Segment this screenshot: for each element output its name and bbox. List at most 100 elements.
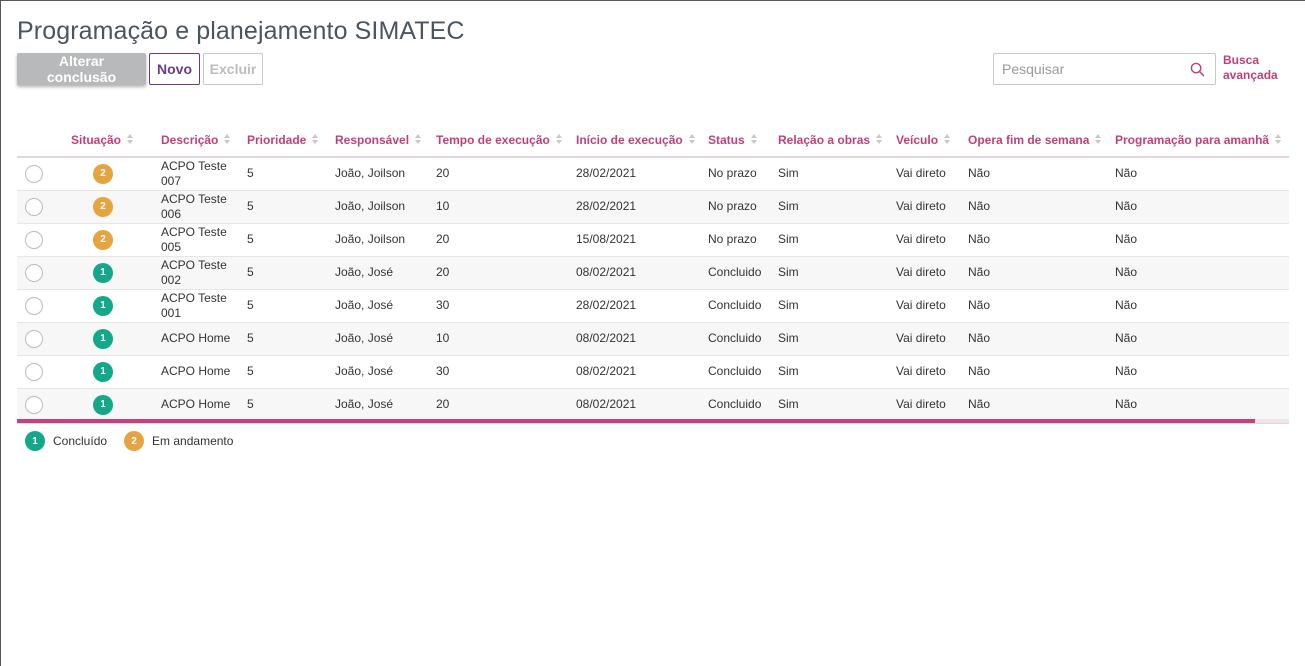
horizontal-scrollbar[interactable] bbox=[17, 419, 1289, 424]
table-row[interactable]: 2 ACPO Teste 005 5 João, Joilson 20 15/08/2021… bbox=[17, 223, 1289, 257]
table-row[interactable]: 2 ACPO Teste 006 5 João, Joilson 10 28/02/2021… bbox=[17, 190, 1289, 224]
inicio-cell: 28/02/2021 bbox=[576, 157, 708, 191]
column-header-situacao[interactable]: Situação bbox=[71, 125, 161, 158]
column-header-label: Programação para amanhã bbox=[1115, 133, 1270, 148]
search-box bbox=[993, 53, 1216, 85]
inicio-cell: 08/02/2021 bbox=[576, 388, 708, 422]
radio-icon[interactable] bbox=[25, 230, 43, 249]
radio-icon[interactable] bbox=[25, 263, 43, 282]
sort-icon[interactable] bbox=[944, 133, 951, 147]
fim-semana-cell: Não bbox=[968, 157, 1115, 191]
select-cell bbox=[17, 355, 71, 389]
situacao-cell: 1 bbox=[71, 388, 161, 422]
descricao-line2: 001 bbox=[161, 305, 182, 320]
delete-button[interactable]: Excluir bbox=[203, 53, 263, 85]
select-cell bbox=[17, 289, 71, 323]
sort-icon[interactable] bbox=[224, 133, 231, 147]
status-cell: Concluido bbox=[708, 355, 778, 389]
descricao-line1: ACPO Teste bbox=[161, 257, 227, 272]
amanha-cell: Não bbox=[1115, 388, 1289, 422]
column-header-obras[interactable]: Relação a obras bbox=[778, 125, 896, 158]
scrollbar-thumb[interactable] bbox=[17, 419, 1255, 423]
amanha-cell: Não bbox=[1115, 256, 1289, 290]
radio-icon[interactable] bbox=[25, 296, 43, 315]
table-row[interactable]: 2 ACPO Teste 007 5 João, Joilson 20 28/02/2021… bbox=[17, 157, 1289, 191]
radio-icon[interactable] bbox=[25, 362, 43, 381]
status-badge: 1 bbox=[93, 295, 113, 316]
sort-icon[interactable] bbox=[688, 133, 695, 147]
column-header-label: Situação bbox=[71, 133, 122, 148]
column-header-status[interactable]: Status bbox=[708, 125, 778, 158]
descricao-cell: ACPO Teste 001 bbox=[161, 289, 247, 323]
descricao-line1: ACPO Teste bbox=[161, 158, 227, 173]
tempo-cell: 10 bbox=[436, 322, 576, 356]
search-input[interactable] bbox=[994, 61, 1184, 77]
table-row[interactable]: 1 ACPO Home 5 João, José 30 08/02/2021 Conclui… bbox=[17, 355, 1289, 389]
table-body: 2 ACPO Teste 007 5 João, Joilson 20 28/02/2021… bbox=[17, 157, 1289, 422]
table-row[interactable]: 1 ACPO Teste 002 5 João, José 20 08/02/2021 Con… bbox=[17, 256, 1289, 290]
search-icon[interactable] bbox=[1190, 62, 1205, 77]
advanced-search-line2: avançada bbox=[1223, 68, 1278, 82]
veiculo-cell: Vai direto bbox=[896, 355, 968, 389]
descricao-line2: 002 bbox=[161, 272, 182, 287]
fim-semana-cell: Não bbox=[968, 355, 1115, 389]
fim-semana-cell: Não bbox=[968, 289, 1115, 323]
obras-cell: Sim bbox=[778, 289, 896, 323]
sort-icon[interactable] bbox=[1275, 133, 1282, 147]
legend-badge: 1 bbox=[25, 431, 45, 451]
sort-icon[interactable] bbox=[555, 133, 562, 147]
change-completion-button[interactable]: Alterar conclusão bbox=[17, 53, 146, 85]
radio-icon[interactable] bbox=[25, 395, 43, 414]
descricao-cell: ACPO Teste 002 bbox=[161, 256, 247, 290]
status-cell: Concluido bbox=[708, 388, 778, 422]
legend: 1 Concluído 2 Em andamento bbox=[25, 431, 250, 451]
column-header-label: Início de execução bbox=[576, 133, 683, 148]
descricao-cell: ACPO Home bbox=[161, 355, 247, 389]
descricao-cell: ACPO Home bbox=[161, 322, 247, 356]
sort-icon[interactable] bbox=[876, 133, 883, 147]
column-header-amanha[interactable]: Programação para amanhã bbox=[1115, 125, 1289, 158]
sort-icon[interactable] bbox=[750, 133, 757, 147]
column-header-inicio[interactable]: Início de execução bbox=[576, 125, 708, 158]
advanced-search-link[interactable]: Busca avançada bbox=[1223, 53, 1278, 83]
amanha-cell: Não bbox=[1115, 157, 1289, 191]
column-header-prioridade[interactable]: Prioridade bbox=[247, 125, 335, 158]
column-header-responsavel[interactable]: Responsável bbox=[335, 125, 436, 158]
status-cell: Concluido bbox=[708, 289, 778, 323]
descricao-line1: ACPO Home bbox=[161, 397, 231, 411]
inicio-cell: 08/02/2021 bbox=[576, 322, 708, 356]
radio-icon[interactable] bbox=[25, 329, 43, 348]
tempo-cell: 20 bbox=[436, 388, 576, 422]
column-header-tempo[interactable]: Tempo de execução bbox=[436, 125, 576, 158]
sort-icon[interactable] bbox=[312, 133, 319, 147]
legend-label: Concluído bbox=[53, 434, 108, 448]
inicio-cell: 15/08/2021 bbox=[576, 223, 708, 257]
table-row[interactable]: 1 ACPO Home 5 João, José 20 08/02/2021 Conclui… bbox=[17, 388, 1289, 422]
prioridade-cell: 5 bbox=[247, 388, 335, 422]
prioridade-cell: 5 bbox=[247, 157, 335, 191]
column-header-label: Descrição bbox=[161, 133, 219, 148]
sort-icon[interactable] bbox=[415, 133, 422, 147]
situacao-cell: 2 bbox=[71, 157, 161, 191]
descricao-cell: ACPO Home bbox=[161, 388, 247, 422]
sort-icon[interactable] bbox=[1095, 133, 1102, 147]
sort-icon[interactable] bbox=[127, 133, 134, 147]
radio-icon[interactable] bbox=[25, 164, 43, 183]
veiculo-cell: Vai direto bbox=[896, 190, 968, 224]
table-row[interactable]: 1 ACPO Home 5 João, José 10 08/02/2021 Conclui… bbox=[17, 322, 1289, 356]
column-header-descricao[interactable]: Descrição bbox=[161, 125, 247, 158]
situacao-cell: 2 bbox=[71, 190, 161, 224]
new-button[interactable]: Novo bbox=[149, 53, 200, 85]
legend-label: Em andamento bbox=[152, 434, 234, 448]
radio-icon[interactable] bbox=[25, 197, 43, 216]
column-header-fim-semana[interactable]: Opera fim de semana bbox=[968, 125, 1115, 158]
veiculo-cell: Vai direto bbox=[896, 223, 968, 257]
table-row[interactable]: 1 ACPO Teste 001 5 João, José 30 28/02/2021 Con… bbox=[17, 289, 1289, 323]
fim-semana-cell: Não bbox=[968, 256, 1115, 290]
amanha-cell: Não bbox=[1115, 322, 1289, 356]
prioridade-cell: 5 bbox=[247, 289, 335, 323]
tempo-cell: 20 bbox=[436, 157, 576, 191]
veiculo-cell: Vai direto bbox=[896, 289, 968, 323]
situacao-cell: 2 bbox=[71, 223, 161, 257]
column-header-veiculo[interactable]: Veículo bbox=[896, 125, 968, 158]
